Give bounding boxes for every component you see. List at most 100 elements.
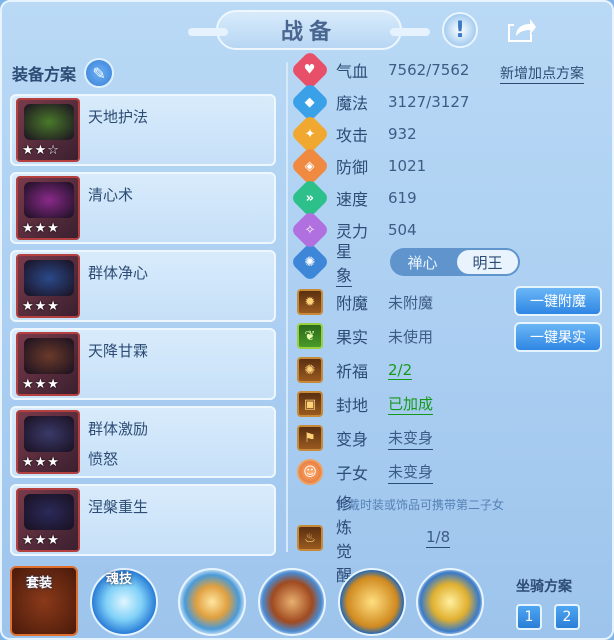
extra-row: ❦ 果实 未使用 bbox=[292, 320, 433, 352]
stat-row: ◈ 防御 1021 bbox=[290, 146, 426, 186]
skill-art bbox=[24, 260, 74, 296]
stat-label: 防御 bbox=[336, 158, 369, 177]
enchant-icon: ✹ bbox=[297, 289, 323, 315]
equipment-panel: 战备 ! 装备方案 ✎ ★★☆ 天地护法 ★★★ 清心术 ★★★ 群体净心 ★★★ 天降甘霖 ★… bbox=[0, 0, 614, 640]
share-arrow-icon bbox=[508, 19, 536, 42]
extra-value[interactable]: 未变身 bbox=[388, 461, 434, 484]
second-child-hint: 穿戴时装或饰品可携带第二子女 bbox=[336, 498, 505, 512]
star-option-mingwang[interactable]: 明王 bbox=[457, 250, 518, 274]
child-icon: ☺ bbox=[297, 459, 323, 485]
skill-list: ★★☆ 天地护法 ★★★ 清心术 ★★★ 群体净心 ★★★ 天降甘霖 ★★★ 群体激励愤怒 ★★★ 涅… bbox=[6, 94, 282, 556]
warrior-avatar-slot[interactable] bbox=[178, 568, 246, 636]
skill-name: 清心术 bbox=[88, 186, 134, 204]
skill-card[interactable]: ★★☆ 天地护法 bbox=[10, 94, 276, 166]
suit-button[interactable]: 套装 bbox=[10, 566, 78, 636]
skill-card[interactable]: ★★★ 涅槃重生 bbox=[10, 484, 276, 556]
extra-label: 果实 bbox=[336, 328, 369, 347]
extra-row: ✺ 祈福 2/2 bbox=[292, 354, 413, 386]
soul-skill-button[interactable]: 魂技 bbox=[90, 568, 158, 636]
fruit-icon: ❦ bbox=[297, 323, 323, 349]
extra-value: 未附魔 bbox=[388, 293, 434, 312]
monk-avatar-slot[interactable] bbox=[338, 568, 406, 636]
extra-value[interactable]: 未变身 bbox=[388, 427, 434, 450]
skill-art bbox=[24, 494, 74, 530]
spirit-icon: ✧ bbox=[290, 210, 330, 250]
stat-value: 7562/7562 bbox=[388, 61, 470, 79]
extra-row: ✹ 附魔 未附魔 bbox=[292, 286, 433, 318]
skill-stars: ★★☆ bbox=[22, 143, 60, 158]
skill-stars: ★★★ bbox=[22, 299, 60, 314]
stat-row: ✦ 攻击 932 bbox=[290, 114, 417, 154]
stat-value: 619 bbox=[388, 189, 417, 207]
star-sign-icon: ✺ bbox=[290, 242, 330, 282]
stat-label: 魔法 bbox=[336, 94, 369, 113]
soul-skill-label: 魂技 bbox=[106, 572, 133, 587]
stat-row: ✧ 灵力 504 bbox=[290, 210, 417, 250]
one-click-fruit-button[interactable]: 一键果实 bbox=[514, 322, 602, 352]
skill-name: 天降甘霖 bbox=[88, 342, 149, 360]
stat-row: ◆ 魔法 3127/3127 bbox=[290, 82, 469, 122]
skill-art bbox=[24, 104, 74, 140]
skill-stars: ★★★ bbox=[22, 221, 60, 236]
one-click-enchant-button[interactable]: 一键附魔 bbox=[514, 286, 602, 316]
add-scheme-link[interactable]: 新增加点方案 bbox=[500, 63, 584, 84]
extra-value: 未使用 bbox=[388, 327, 434, 346]
stat-value: 3127/3127 bbox=[388, 93, 470, 111]
skill-card[interactable]: ★★★ 群体净心 bbox=[10, 250, 276, 322]
stat-row: ♥ 气血 7562/7562 bbox=[290, 50, 469, 90]
extra-label: 附魔 bbox=[336, 294, 369, 313]
extra-row: ⚑ 变身 未变身 bbox=[292, 422, 434, 454]
skill-name: 群体激励 bbox=[88, 420, 149, 438]
equipment-scheme-column: 装备方案 ✎ ★★☆ 天地护法 ★★★ 清心术 ★★★ 群体净心 ★★★ 天降甘霖 ★★★ 群体激… bbox=[6, 58, 282, 562]
mount-scheme-2-button[interactable]: 2 bbox=[554, 604, 580, 630]
book-avatar-slot[interactable] bbox=[258, 568, 326, 636]
title-bar: 战备 bbox=[188, 10, 430, 50]
skill-name: 群体净心 bbox=[88, 264, 149, 282]
column-divider bbox=[286, 62, 288, 552]
skill-name: 天地护法 bbox=[88, 108, 149, 126]
cultivation-icon: ♨ bbox=[297, 525, 323, 551]
skill-card[interactable]: ★★★ 天降甘霖 bbox=[10, 328, 276, 400]
page-title: 战备 bbox=[280, 20, 337, 45]
skill-card[interactable]: ★★★ 清心术 bbox=[10, 172, 276, 244]
cultivation-row: ♨ 修炼觉醒 1/8 bbox=[292, 494, 451, 585]
extra-row: ▣ 封地 已加成 bbox=[292, 388, 434, 420]
mount-scheme-label: 坐骑方案 bbox=[516, 579, 572, 595]
skill-stars: ★★★ bbox=[22, 377, 60, 392]
stat-value: 932 bbox=[388, 125, 417, 143]
extra-label: 祈福 bbox=[336, 362, 369, 381]
edit-icon[interactable]: ✎ bbox=[84, 58, 115, 88]
stat-value: 1021 bbox=[388, 157, 427, 175]
skill-card[interactable]: ★★★ 群体激励愤怒 bbox=[10, 406, 276, 478]
skill-icon: ★★★ bbox=[16, 254, 80, 318]
blessing-icon: ✺ bbox=[297, 357, 323, 383]
skill-art bbox=[24, 182, 74, 218]
extra-label: 封地 bbox=[336, 396, 369, 415]
extra-label: 子女 bbox=[336, 464, 369, 483]
extra-value[interactable]: 2/2 bbox=[388, 361, 413, 380]
extra-value[interactable]: 已加成 bbox=[388, 393, 434, 415]
help-icon[interactable]: ! bbox=[442, 12, 478, 48]
skill-icon: ★★★ bbox=[16, 410, 80, 474]
star-option-chanxin[interactable]: 禅心 bbox=[392, 250, 453, 274]
skill-art bbox=[24, 338, 74, 374]
skill-icon: ★★☆ bbox=[16, 98, 80, 162]
scheme-title: 装备方案 bbox=[12, 65, 77, 84]
stat-value: 504 bbox=[388, 221, 417, 239]
skill-icon: ★★★ bbox=[16, 176, 80, 240]
stat-row: » 速度 619 bbox=[290, 178, 417, 218]
golden-warrior-avatar-slot[interactable] bbox=[416, 568, 484, 636]
suit-label: 套装 bbox=[26, 576, 53, 591]
cultivation-value[interactable]: 1/8 bbox=[426, 528, 451, 548]
transform-icon: ⚑ bbox=[297, 425, 323, 451]
skill-art bbox=[24, 416, 74, 452]
skill-icon: ★★★ bbox=[16, 332, 80, 396]
extra-row: ☺ 子女 未变身 bbox=[292, 456, 434, 488]
share-icon[interactable] bbox=[502, 12, 538, 48]
fief-icon: ▣ bbox=[297, 391, 323, 417]
skill-sub: 愤怒 bbox=[88, 450, 119, 468]
mount-scheme-1-button[interactable]: 1 bbox=[516, 604, 542, 630]
star-label[interactable]: 星象 bbox=[336, 238, 353, 287]
stat-label: 气血 bbox=[336, 62, 369, 81]
stat-label: 速度 bbox=[336, 190, 369, 209]
